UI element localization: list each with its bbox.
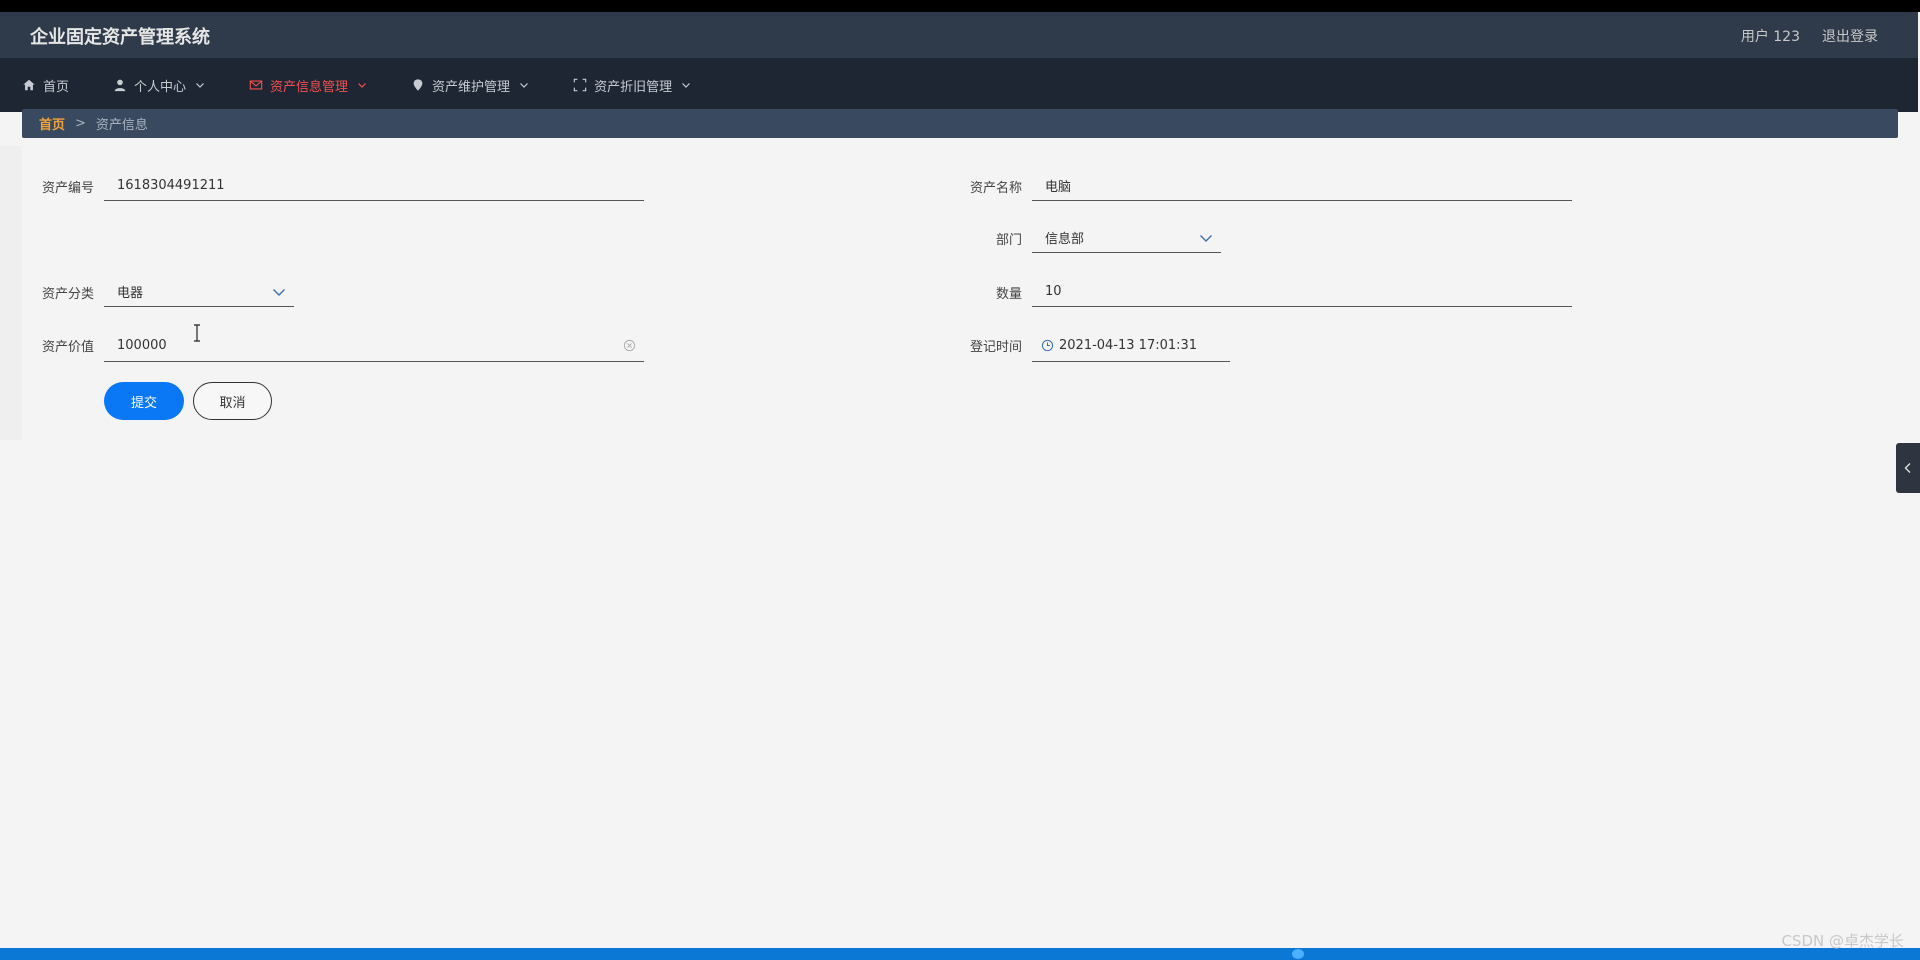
taskbar-indicator xyxy=(1292,949,1304,959)
nav-item-label: 资产折旧管理 xyxy=(594,79,673,95)
quantity-label: 数量 xyxy=(995,287,1022,302)
watermark: CSDN @卓杰学长 xyxy=(1781,932,1904,950)
clear-icon[interactable] xyxy=(623,339,636,352)
department-select[interactable]: 信息部 xyxy=(1032,223,1221,253)
app-title: 企业固定资产管理系统 xyxy=(30,27,210,48)
user-area: 用户 123 退出登录 xyxy=(1741,26,1878,46)
category-label: 资产分类 xyxy=(41,287,94,302)
chevron-down-icon xyxy=(520,83,528,88)
current-user-label: 用户 123 xyxy=(1740,29,1800,45)
mail-icon xyxy=(249,80,263,90)
department-label: 部门 xyxy=(995,233,1022,248)
side-panel-toggle[interactable] xyxy=(1896,443,1920,493)
nav-item-asset-info[interactable]: 资产信息管理 xyxy=(227,58,390,112)
asset-name-label: 资产名称 xyxy=(969,181,1022,196)
chevron-left-icon xyxy=(1904,463,1911,473)
logout-link[interactable]: 退出登录 xyxy=(1822,26,1878,46)
left-gutter xyxy=(0,146,22,440)
nav-item-home[interactable]: 首页 xyxy=(0,58,91,112)
main-nav: 首页 个人中心 资产信息管理 资产维护管理 资产折旧管理 xyxy=(0,58,1918,112)
asset-name-value: 电脑 xyxy=(1045,180,1072,195)
chevron-down-icon xyxy=(196,83,204,88)
chevron-down-icon xyxy=(682,83,691,88)
category-value: 电器 xyxy=(117,286,144,301)
chevron-down-icon xyxy=(358,83,366,88)
nav-item-label: 个人中心 xyxy=(134,79,187,95)
department-value: 信息部 xyxy=(1045,232,1085,247)
breadcrumb-current: 资产信息 xyxy=(95,118,148,133)
register-time-picker[interactable]: 2021-04-13 17:01:31 xyxy=(1032,330,1230,362)
nav-item-asset-depreciation[interactable]: 资产折旧管理 xyxy=(551,58,713,112)
user-icon xyxy=(114,79,126,92)
top-header: 企业固定资产管理系统 用户 123 退出登录 xyxy=(0,12,1918,58)
category-select[interactable]: 电器 xyxy=(104,277,294,307)
nav-item-label: 资产维护管理 xyxy=(432,79,511,95)
nav-item-label: 资产信息管理 xyxy=(270,79,349,95)
nav-item-personal-center[interactable]: 个人中心 xyxy=(91,58,227,112)
register-time-value: 2021-04-13 17:01:31 xyxy=(1059,338,1198,353)
quantity-input[interactable]: 10 xyxy=(1032,277,1572,307)
cancel-button[interactable]: 取消 xyxy=(193,382,272,420)
fullscreen-icon xyxy=(573,78,587,92)
breadcrumb: 首页 > 资产信息 xyxy=(22,109,1898,138)
quantity-value: 10 xyxy=(1045,284,1062,299)
asset-code-label: 资产编号 xyxy=(41,181,94,196)
breadcrumb-home-link[interactable]: 首页 xyxy=(39,114,65,133)
location-icon xyxy=(413,79,423,91)
submit-button[interactable]: 提交 xyxy=(104,382,184,420)
breadcrumb-separator: > xyxy=(75,116,86,131)
asset-value-label: 资产价值 xyxy=(41,340,94,355)
taskbar xyxy=(0,948,1920,960)
home-icon xyxy=(23,79,35,91)
nav-item-label: 首页 xyxy=(43,79,70,95)
register-time-label: 登记时间 xyxy=(969,340,1022,355)
text-cursor-icon xyxy=(194,324,200,342)
asset-code-input[interactable]: 1618304491211 xyxy=(104,171,644,201)
nav-item-asset-maintenance[interactable]: 资产维护管理 xyxy=(389,58,551,112)
chevron-down-icon xyxy=(273,288,285,296)
asset-code-value: 1618304491211 xyxy=(117,178,225,193)
asset-name-input[interactable]: 电脑 xyxy=(1032,171,1572,201)
asset-value-input[interactable]: 100000 xyxy=(104,330,644,362)
clock-icon xyxy=(1041,339,1054,352)
chevron-down-icon xyxy=(1200,234,1212,242)
